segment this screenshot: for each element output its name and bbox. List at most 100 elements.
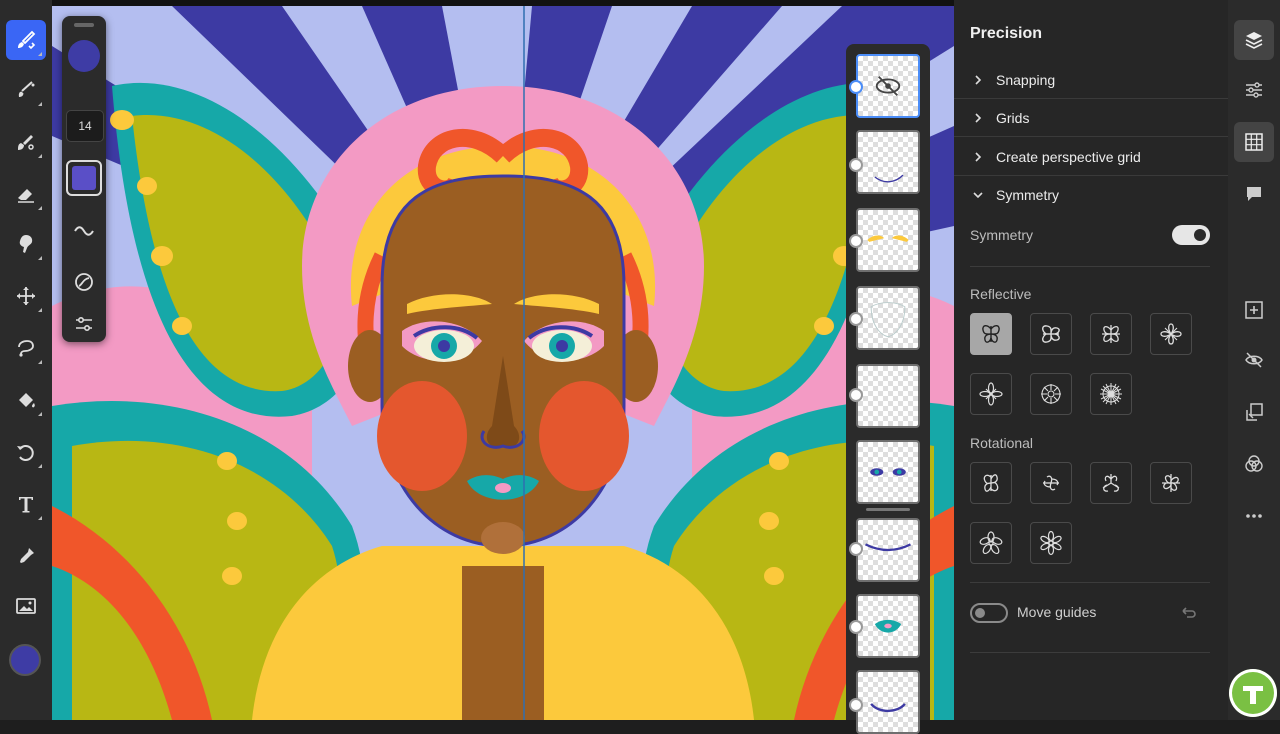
rotational-2b-button[interactable] [1030, 462, 1072, 504]
add-layer-button[interactable] [1234, 290, 1274, 330]
rotational-three-icon [1102, 474, 1120, 492]
move-arrows-icon [17, 287, 35, 305]
chevron-right-icon [975, 112, 982, 123]
flower-twelve-icon [1100, 383, 1122, 405]
section-snapping[interactable]: Snapping [954, 61, 1228, 99]
rotate-arrow-icon [17, 445, 34, 461]
symmetry-quadrant-button[interactable] [1090, 313, 1132, 355]
symmetry-mandala8-button[interactable] [1030, 373, 1072, 415]
transform-tool[interactable] [6, 276, 46, 316]
drag-handle[interactable] [74, 23, 94, 27]
watermark-logo [1229, 669, 1277, 717]
layers-button[interactable] [1234, 20, 1274, 60]
rotational-5-button[interactable] [970, 522, 1012, 564]
layer-visibility-toggle[interactable] [849, 698, 863, 712]
layers-icon [1245, 32, 1263, 49]
layers-strip [846, 44, 930, 734]
symmetry-mandala12-button[interactable] [1090, 373, 1132, 415]
precision-panel: Precision Snapping Grids Create perspect… [954, 0, 1228, 720]
layer-thumbnail[interactable] [856, 364, 920, 428]
left-toolbar [0, 0, 52, 720]
layer-visibility-toggle[interactable] [849, 80, 863, 94]
layer-thumbnail[interactable] [856, 54, 920, 118]
brush-preview-button[interactable] [66, 160, 102, 196]
layer-thumbnail[interactable] [856, 594, 920, 658]
toggle-knob [1194, 229, 1206, 241]
paint-brush-icon [18, 81, 35, 97]
artwork-illustration[interactable] [52, 6, 954, 720]
layer-thumbnail[interactable] [856, 670, 920, 734]
place-image-tool[interactable] [6, 586, 46, 626]
rotational-6-button[interactable] [1030, 522, 1072, 564]
layer-visibility-toggle[interactable] [849, 542, 863, 556]
brush-settings-button[interactable] [68, 266, 100, 298]
rotational-two-icon [983, 474, 999, 492]
fill-tool[interactable] [6, 380, 46, 420]
layer-group-separator [866, 508, 910, 511]
brush-size-field[interactable]: 14 [66, 110, 104, 142]
butterfly-vertical-icon [982, 325, 1000, 343]
layer-thumbnail[interactable] [856, 130, 920, 194]
section-perspective-grid[interactable]: Create perspective grid [954, 138, 1228, 176]
comment-icon [1247, 187, 1261, 201]
comments-button[interactable] [1234, 174, 1274, 214]
layer-thumbnail[interactable] [856, 518, 920, 582]
precision-button[interactable] [1234, 122, 1274, 162]
more-options-button[interactable] [1234, 496, 1274, 536]
layer-visibility-toggle[interactable] [849, 234, 863, 248]
lasso-tool[interactable] [6, 328, 46, 368]
layer-mask-button[interactable] [1234, 392, 1274, 432]
add-layer-icon [1245, 301, 1263, 319]
layer-thumbnail[interactable] [856, 440, 920, 504]
layer-visibility-toggle[interactable] [849, 388, 863, 402]
current-color-swatch[interactable] [9, 644, 41, 676]
right-rail [1228, 0, 1280, 720]
eraser-tool[interactable] [6, 174, 46, 214]
butterfly-quadrant-icon [1102, 325, 1120, 343]
symmetry-horizontal-button[interactable] [1030, 313, 1072, 355]
liquify-tool[interactable] [6, 432, 46, 472]
grid-icon [1245, 133, 1263, 151]
brush-icon [18, 30, 36, 50]
brush-adjust-button[interactable] [68, 308, 100, 340]
flower-four-icon [1160, 323, 1182, 345]
text-tool[interactable] [6, 484, 46, 524]
section-label: Symmetry [996, 187, 1059, 203]
eyedropper-tool[interactable] [6, 536, 46, 576]
layer-visibility-toggle[interactable] [849, 620, 863, 634]
smudge-tool[interactable] [6, 224, 46, 264]
symmetry-mandala6-button[interactable] [970, 373, 1012, 415]
move-guides-toggle[interactable] [970, 603, 1008, 623]
symmetry-toggle[interactable] [1172, 225, 1210, 245]
lasso-icon [18, 340, 34, 357]
brush-preview-swatch [72, 166, 96, 190]
panel-title: Precision [970, 25, 1043, 42]
adjustments-button[interactable] [1234, 70, 1274, 110]
reset-guides-icon[interactable] [1178, 603, 1198, 623]
watermark-glyph [1243, 686, 1263, 704]
rotational-2-button[interactable] [970, 462, 1012, 504]
hide-layer-button[interactable] [1234, 340, 1274, 380]
section-grids[interactable]: Grids [954, 99, 1228, 137]
live-brush-tool[interactable] [6, 70, 46, 110]
brush-color-swatch[interactable] [68, 40, 100, 72]
smoothing-button[interactable] [68, 214, 100, 246]
layer-thumbnail[interactable] [856, 208, 920, 272]
rotational-six-icon [1040, 530, 1062, 556]
toggle-knob [975, 608, 985, 618]
mixer-brush-tool[interactable] [6, 122, 46, 162]
blend-modes-button[interactable] [1234, 444, 1274, 484]
wave-icon [74, 226, 94, 236]
section-label: Snapping [996, 71, 1056, 88]
canvas-area[interactable] [52, 0, 954, 720]
pixel-brush-tool[interactable] [6, 20, 46, 60]
layer-thumbnail[interactable] [856, 286, 920, 350]
section-symmetry[interactable]: Symmetry [954, 176, 1228, 214]
layer-visibility-toggle[interactable] [849, 158, 863, 172]
layer-visibility-toggle[interactable] [849, 312, 863, 326]
text-icon [19, 497, 33, 513]
symmetry-vertical-button[interactable] [970, 313, 1012, 355]
rotational-4-button[interactable] [1150, 462, 1192, 504]
rotational-3-button[interactable] [1090, 462, 1132, 504]
symmetry-mandala4-button[interactable] [1150, 313, 1192, 355]
